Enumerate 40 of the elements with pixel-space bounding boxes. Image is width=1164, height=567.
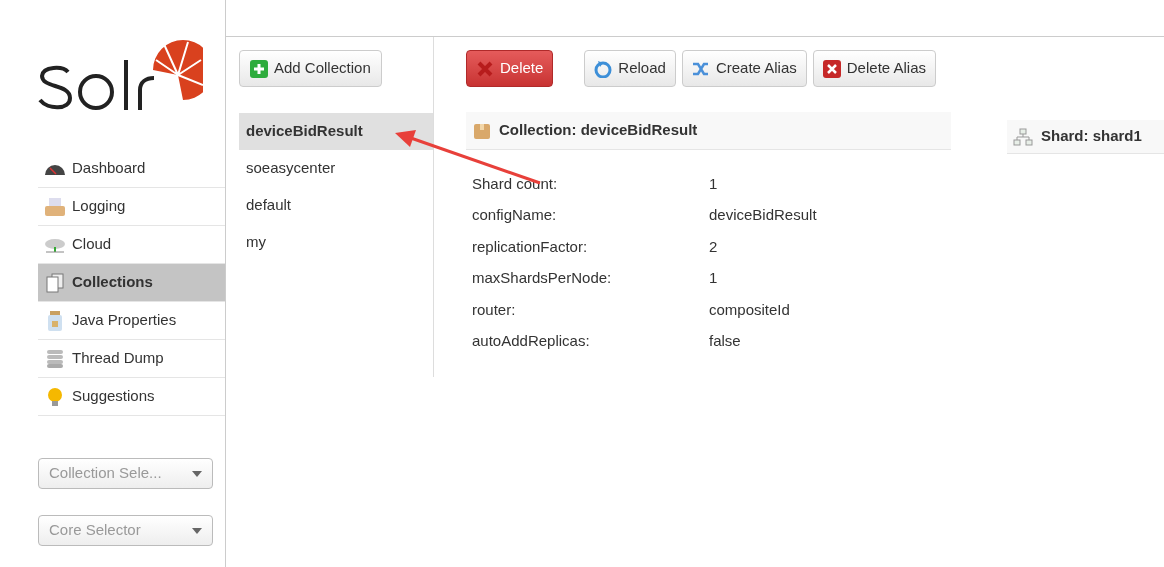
nav-item[interactable]: Java Properties (38, 302, 225, 340)
nav-item[interactable]: Dashboard (38, 150, 225, 188)
cross-icon (476, 59, 494, 78)
reload-button[interactable]: Reload (584, 50, 676, 87)
box-icon (473, 121, 491, 140)
property-value: 2 (709, 236, 718, 257)
shard-header: Shard: shard1 (1007, 120, 1164, 154)
collection-item[interactable]: default (239, 187, 433, 224)
property-label: autoAddReplicas: (472, 331, 591, 351)
property-value: 1 (709, 173, 718, 194)
stack-icon (44, 348, 66, 369)
property-label: replicationFactor: (472, 236, 589, 257)
property-value: 1 (709, 268, 718, 288)
collection-item[interactable]: my (239, 224, 433, 261)
property-label: maxShardsPerNode: (472, 268, 613, 288)
delete-button[interactable]: Delete (466, 50, 554, 87)
plus-icon (250, 59, 268, 78)
close-icon (822, 59, 841, 78)
collection-item[interactable]: deviceBidResult (239, 113, 433, 150)
documents-icon (44, 272, 66, 293)
nav-item[interactable]: Logging (38, 188, 225, 226)
property-label: router: (472, 299, 517, 320)
property-value: false (709, 331, 741, 351)
property-label: configName: (472, 205, 558, 225)
property-value: deviceBidResult (709, 205, 817, 225)
inbox-icon (44, 196, 66, 217)
property-value: compositeId (709, 299, 790, 320)
hierarchy-icon (1013, 127, 1033, 146)
nav-item[interactable]: Collections (38, 264, 225, 302)
collection-item[interactable]: soeasycenter (239, 150, 433, 187)
caret-icon (192, 470, 202, 477)
reload-icon (594, 59, 613, 78)
collection-header: Collection: deviceBidResult (466, 112, 951, 150)
add-collection-button[interactable]: Add Collection (239, 50, 382, 87)
caret-icon (192, 527, 202, 534)
nav-item[interactable]: Thread Dump (38, 340, 225, 378)
delete-alias-button[interactable]: Delete Alias (812, 50, 936, 87)
property-label: Shard count: (472, 173, 559, 194)
create-alias-button[interactable]: Create Alias (681, 50, 807, 87)
nav-item[interactable]: Suggestions (38, 378, 225, 416)
